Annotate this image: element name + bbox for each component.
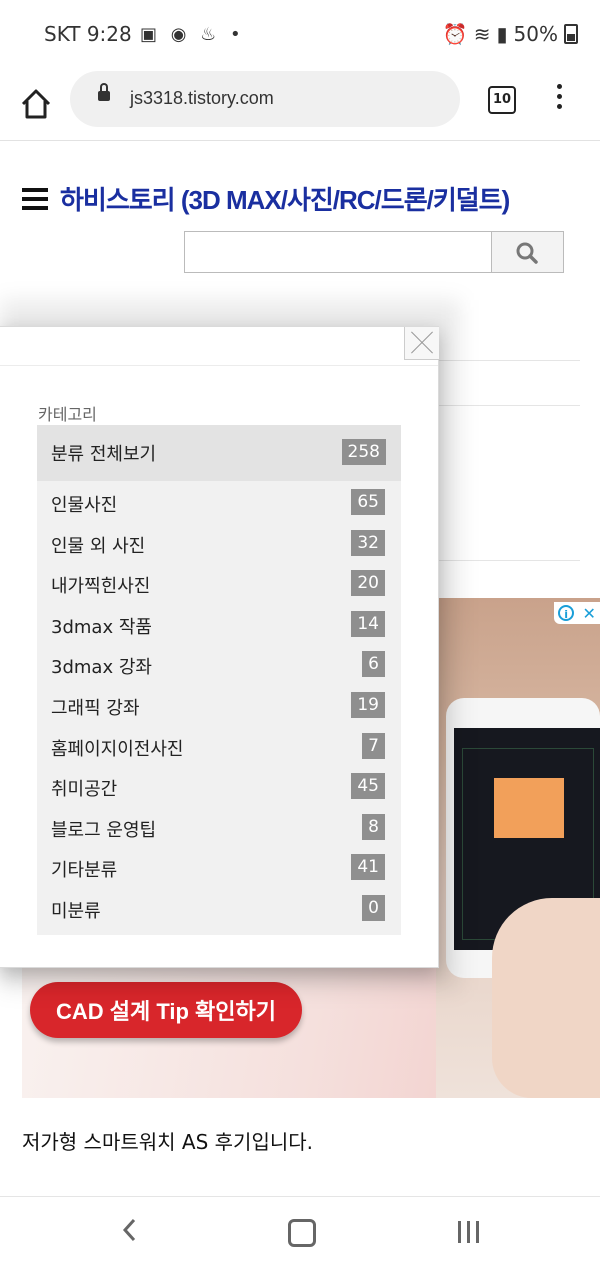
battery-icon — [564, 24, 578, 44]
search-area — [184, 231, 564, 275]
category-count-badge: 14 — [351, 610, 385, 637]
url-bar[interactable]: js3318.tistory.com — [70, 71, 460, 127]
status-bar: SKT 9:28 ▣ ◉ ♨ • ⏰ ≋ ▮ 50% — [0, 0, 600, 70]
category-item[interactable]: 블로그 운영팁 8 — [37, 807, 401, 848]
category-name: 3dmax 작품 — [51, 616, 152, 638]
category-popup: 카테고리 분류 전체보기 258 인물사진 65 인물 외 사진 32 내가찍힌사진 20 3d… — [0, 326, 439, 968]
category-item[interactable]: 내가찍힌사진 20 — [37, 563, 401, 604]
chevron-left-icon — [122, 1218, 136, 1242]
category-item[interactable]: 그래픽 강좌 19 — [37, 685, 401, 726]
dot-icon — [556, 84, 562, 89]
category-count-badge: 32 — [351, 529, 385, 556]
signal-icon: ▮ — [496, 22, 508, 46]
hamburger-menu-icon[interactable] — [22, 187, 48, 210]
divider — [0, 365, 438, 366]
search-icon — [516, 242, 538, 264]
hand-image — [492, 898, 600, 1098]
dot-icon — [556, 104, 562, 109]
category-count-badge: 6 — [362, 651, 385, 678]
status-right: ⏰ ≋ ▮ 50% — [443, 22, 578, 46]
category-name: 분류 전체보기 — [51, 444, 157, 465]
category-item[interactable]: 기타분류 41 — [37, 847, 401, 888]
category-name: 기타분류 — [51, 860, 118, 882]
search-button[interactable] — [492, 231, 564, 273]
category-heading: 카테고리 — [38, 405, 97, 424]
category-count-badge: 0 — [362, 894, 385, 921]
category-item[interactable]: 3dmax 강좌 6 — [37, 644, 401, 685]
tab-switcher-button[interactable]: 10 — [488, 86, 516, 114]
lock-icon — [98, 83, 110, 101]
search-input[interactable] — [184, 231, 492, 273]
alarm-icon: ⏰ — [442, 22, 468, 46]
category-count-badge: 65 — [351, 489, 385, 515]
category-count-badge: 7 — [362, 732, 385, 759]
battery-percent: 50% — [513, 22, 558, 46]
category-name: 홈페이지이전사진 — [51, 738, 184, 760]
category-count-badge: 8 — [362, 813, 385, 840]
category-count-badge: 19 — [351, 691, 385, 718]
home-icon — [21, 89, 51, 119]
blog-title[interactable]: 하비스토리 (3D MAX/사진/RC/드론/키덜트) — [60, 180, 510, 217]
wifi-icon: ≋ — [473, 22, 491, 46]
category-name: 블로그 운영팁 — [51, 819, 157, 841]
back-button[interactable] — [118, 1215, 142, 1249]
category-name: 인물사진 — [51, 495, 118, 516]
category-count-badge: 41 — [351, 854, 385, 881]
url-text: js3318.tistory.com — [130, 88, 274, 108]
category-count-badge: 20 — [351, 570, 385, 597]
category-item[interactable]: 3dmax 작품 14 — [37, 604, 401, 645]
notification-icons: ▣ ◉ ♨ • — [140, 24, 245, 45]
category-name: 내가찍힌사진 — [51, 576, 151, 598]
category-item[interactable]: 인물 외 사진 32 — [37, 523, 401, 564]
system-nav-bar — [0, 1197, 600, 1267]
category-name: 인물 외 사진 — [51, 535, 146, 557]
category-count-badge: 45 — [351, 773, 385, 800]
recent-apps-button[interactable] — [458, 1221, 479, 1243]
category-item[interactable]: 미분류 0 — [37, 888, 401, 929]
home-nav-button[interactable] — [288, 1219, 316, 1247]
home-button[interactable] — [18, 86, 54, 122]
blog-header: 하비스토리 (3D MAX/사진/RC/드론/키덜트) — [22, 180, 510, 217]
category-count-badge: 258 — [341, 439, 386, 465]
category-name: 그래픽 강좌 — [51, 697, 140, 719]
category-list: 분류 전체보기 258 인물사진 65 인물 외 사진 32 내가찍힌사진 20 3dmax 작… — [37, 425, 401, 935]
ad-choices[interactable]: i ✕ — [554, 602, 600, 624]
category-item[interactable]: 인물사진 65 — [37, 482, 401, 523]
info-icon[interactable]: i — [558, 605, 575, 621]
post-title[interactable]: 저가형 스마트워치 AS 후기입니다. — [22, 1126, 313, 1155]
category-name: 미분류 — [51, 900, 101, 922]
carrier-time: SKT 9:28 — [44, 22, 132, 46]
category-item[interactable]: 취미공간 45 — [37, 766, 401, 807]
close-icon[interactable]: ✕ — [582, 604, 595, 623]
browser-toolbar: js3318.tistory.com 10 — [0, 70, 600, 141]
category-item[interactable]: 홈페이지이전사진 7 — [37, 726, 401, 767]
browser-menu-button[interactable] — [554, 84, 564, 114]
ad-cta-button[interactable]: CAD 설계 Tip 확인하기 — [30, 982, 302, 1038]
popup-close-button[interactable] — [404, 327, 439, 360]
category-name: 3dmax 강좌 — [51, 657, 152, 679]
category-name: 취미공간 — [51, 779, 118, 801]
category-all[interactable]: 분류 전체보기 258 — [37, 425, 401, 481]
dot-icon — [556, 94, 562, 99]
